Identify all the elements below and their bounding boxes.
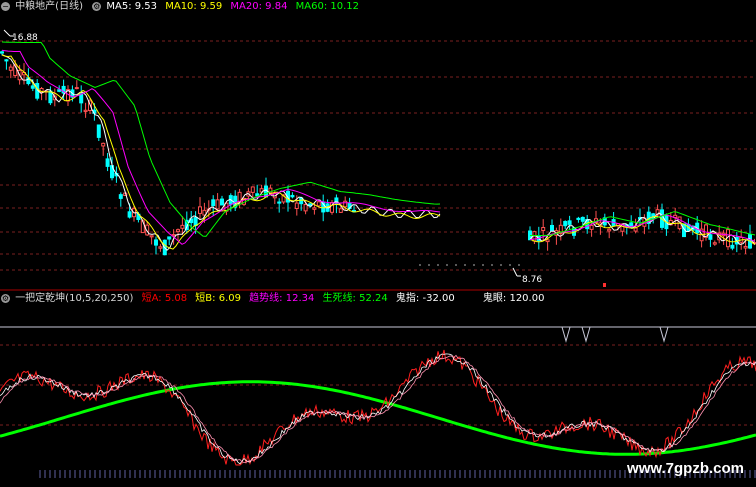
candle-body xyxy=(149,235,154,238)
candle-body xyxy=(633,227,638,232)
candle-body xyxy=(743,245,748,249)
candle-body xyxy=(127,211,132,218)
ma60-value: MA60: 10.12 xyxy=(295,1,359,12)
ma20-line xyxy=(1,49,441,245)
candle-body xyxy=(215,199,220,210)
ma5-value: MA5: 9.53 xyxy=(106,1,158,12)
candle-body xyxy=(198,206,202,214)
candle-body xyxy=(308,203,312,206)
ma10-value: MA10: 9.59 xyxy=(165,1,223,12)
candle-body xyxy=(167,236,172,240)
candle-body xyxy=(277,201,282,204)
candle-body xyxy=(730,244,735,249)
ma5-line xyxy=(529,212,756,246)
candle-body xyxy=(708,234,713,240)
indicator-settings-icon[interactable]: ⚙ xyxy=(1,293,10,303)
collapse-icon[interactable]: − xyxy=(1,1,10,11)
settings-icon[interactable]: ⚙ xyxy=(92,1,102,11)
life-death-line-value: 生死线: 52.24 xyxy=(322,293,388,304)
candle-body xyxy=(96,124,101,138)
candle-body xyxy=(105,158,110,167)
candle-body xyxy=(550,224,554,232)
stock-chart[interactable]: 16.88 8.76 xyxy=(0,0,756,487)
candle-body xyxy=(79,93,84,104)
candle-body xyxy=(299,197,304,205)
candle-body xyxy=(563,221,568,227)
candle-body xyxy=(589,224,594,230)
candle-body xyxy=(316,201,321,207)
short-a-line xyxy=(0,349,756,466)
signal-spike xyxy=(581,326,591,343)
candle-body xyxy=(250,186,255,193)
candle-body xyxy=(220,198,224,206)
high-price-label: 16.88 xyxy=(12,33,38,43)
candle-body xyxy=(83,109,88,112)
candle-body xyxy=(154,239,158,246)
candle-body xyxy=(290,194,295,198)
low-price-label: 8.76 xyxy=(522,275,542,285)
candle-body xyxy=(294,202,299,209)
candle-body xyxy=(118,194,123,199)
ma5-line xyxy=(1,54,441,251)
candle-body xyxy=(101,142,106,147)
candle-body xyxy=(545,239,550,243)
ma10-line xyxy=(1,54,441,250)
indicator-lines xyxy=(0,326,756,478)
candle-body xyxy=(541,227,546,231)
candle-body xyxy=(343,200,348,208)
indicator-name: 一把定乾坤(10,5,20,250) xyxy=(15,293,134,304)
short-a-value: 短A: 5.08 xyxy=(141,293,188,304)
candle-body xyxy=(607,228,612,232)
indicator-header: ⚙ 一把定乾坤(10,5,20,250) 短A: 5.08 短B: 6.09 趋… xyxy=(0,292,549,306)
moving-average-lines xyxy=(1,41,756,251)
signal-spike xyxy=(561,326,571,343)
candle-body xyxy=(158,246,163,249)
candle-body xyxy=(211,199,216,207)
candle-body xyxy=(338,208,343,213)
candle-body xyxy=(312,207,317,210)
price-labels: 16.88 8.76 xyxy=(3,29,542,285)
ghost-eye-value: 鬼眼: 120.00 xyxy=(482,293,545,304)
candle-body xyxy=(580,216,585,222)
candle-body xyxy=(193,217,198,227)
grid-lines xyxy=(0,40,756,426)
life-death-line xyxy=(0,380,756,456)
signal-spike xyxy=(659,326,669,343)
watermark: www.7gpzb.com xyxy=(627,460,744,477)
short-b-line xyxy=(0,353,756,465)
trend-line xyxy=(0,354,756,463)
ma20-value: MA20: 9.84 xyxy=(230,1,288,12)
candle-body xyxy=(180,224,185,229)
candle-body xyxy=(0,51,4,54)
candle-body xyxy=(303,204,308,212)
price-chart-header: − 中粮地产(日线) ⚙ MA5: 9.53 MA10: 9.59 MA20: … xyxy=(0,0,364,14)
trend-line-value: 趋势线: 12.34 xyxy=(249,293,315,304)
candle-body xyxy=(30,85,35,89)
candle-body xyxy=(712,242,717,245)
candle-body xyxy=(176,229,180,233)
candle-body xyxy=(4,59,9,62)
candle-body xyxy=(8,66,13,71)
candle-body xyxy=(567,220,572,225)
short-b-value: 短B: 6.09 xyxy=(195,293,241,304)
ghost-index-value: 鬼指: -32.00 xyxy=(395,293,455,304)
candle-body xyxy=(74,87,79,90)
candle-body xyxy=(576,217,581,220)
candle-marker xyxy=(603,283,606,287)
stock-name: 中粮地产(日线) xyxy=(15,1,83,12)
candle-body xyxy=(255,193,260,197)
candle-body xyxy=(48,90,53,104)
